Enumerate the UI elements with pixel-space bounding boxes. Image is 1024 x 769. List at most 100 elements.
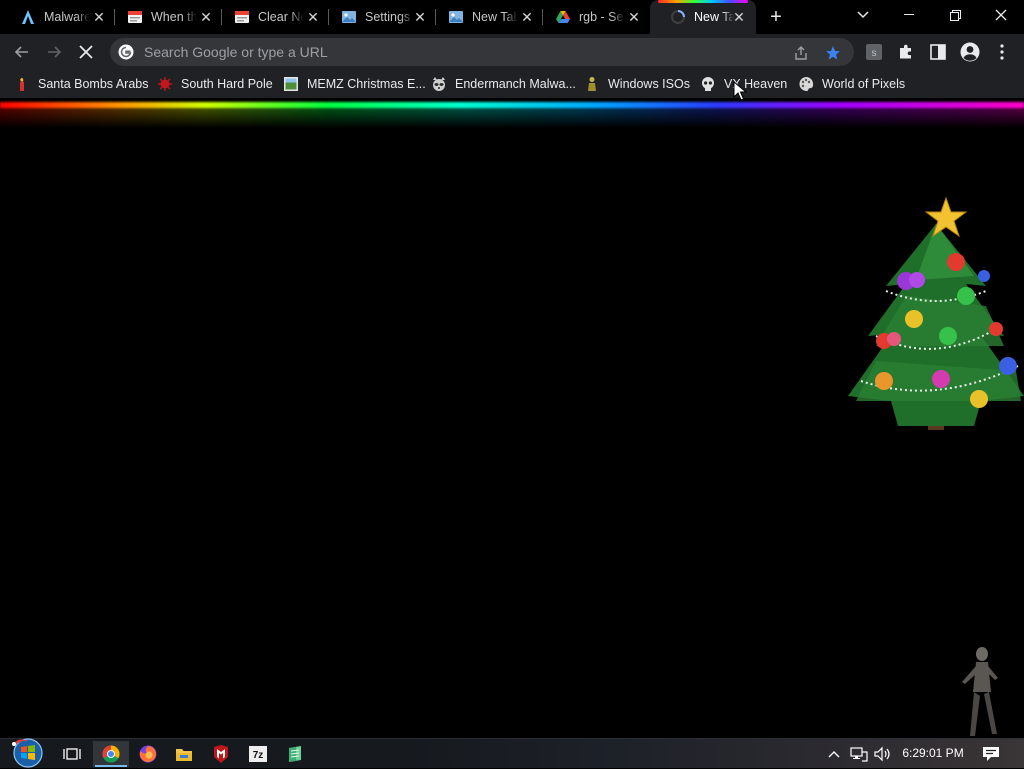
tab-settings[interactable]: Settings ✕ [321, 0, 435, 34]
tab-title: New Tab [694, 10, 734, 24]
restore-button[interactable] [932, 0, 978, 30]
bookmark-label: Santa Bombs Arabs [38, 77, 149, 91]
7zip-icon: 7z [249, 746, 267, 762]
page-content [0, 98, 1024, 738]
start-button[interactable] [6, 735, 46, 769]
notepad-icon [289, 746, 301, 762]
bookmark-star-icon[interactable] [824, 44, 842, 62]
address-input[interactable] [142, 43, 854, 61]
picture-icon [283, 76, 299, 92]
tab-new-tab[interactable]: New Tab ✕ [428, 0, 542, 34]
taskbar-notepad[interactable] [277, 741, 313, 767]
aurora-icon [20, 9, 36, 25]
image-icon [341, 9, 357, 25]
task-view-button[interactable] [54, 741, 90, 767]
taskbar-file-explorer[interactable] [166, 741, 202, 767]
forward-button[interactable] [40, 39, 68, 65]
bookmark-label: Endermanch Malwa... [455, 77, 576, 91]
action-center-icon[interactable] [980, 745, 1002, 763]
svg-text:7z: 7z [253, 750, 264, 761]
loading-spinner-icon [670, 9, 686, 25]
taskbar-chrome[interactable] [93, 741, 129, 767]
palette-icon [798, 76, 814, 92]
tab-title: Clear New [258, 10, 304, 24]
tab-rgb-search[interactable]: rgb - Search ✕ [535, 0, 649, 34]
skull-icon [700, 76, 716, 92]
figure-icon [584, 76, 600, 92]
bookmark-world-of-pixels[interactable]: World of Pixels [798, 74, 905, 94]
tab-new-tab-active[interactable]: New Tab ✕ [650, 0, 756, 34]
mouse-pointer-icon [733, 81, 747, 101]
tab-title: rgb - Search [579, 10, 625, 24]
bookmarks-bar: Santa Bombs Arabs South Hard Pole MEMZ C… [0, 70, 1024, 98]
tab-title: Malware [44, 10, 90, 24]
candle-icon [14, 76, 30, 92]
bookmark-south-hard-pole[interactable]: South Hard Pole [157, 74, 273, 94]
taskbar-7zip[interactable]: 7z [240, 741, 276, 767]
google-g-icon [118, 44, 134, 60]
bookmark-label: MEMZ Christmas E... [307, 77, 426, 91]
minimize-button[interactable] [886, 0, 932, 30]
taskbar-clock[interactable]: 6:29:01 PM [900, 746, 966, 760]
dancing-figure-image [962, 647, 998, 736]
svg-text:s: s [872, 48, 877, 59]
tab-title: Settings [365, 10, 411, 24]
chevron-up-icon [828, 751, 840, 758]
image-icon [448, 9, 464, 25]
extensions-puzzle-icon[interactable] [896, 42, 916, 62]
tab-when-the[interactable]: When the ✕ [107, 0, 221, 34]
virus-icon [157, 76, 173, 92]
tab-title: New Tab [472, 10, 518, 24]
bookmark-label: Windows ISOs [608, 77, 690, 91]
taskbar-mcafee[interactable] [203, 741, 239, 767]
extension-s-icon[interactable]: s [864, 42, 884, 62]
christmas-tree-image [848, 196, 1024, 430]
tab-close-icon[interactable]: ✕ [92, 10, 106, 24]
tab-close-icon[interactable]: ✕ [732, 10, 746, 24]
tab-title: When the [151, 10, 197, 24]
profile-avatar-icon[interactable] [960, 42, 980, 62]
show-hidden-icons-button[interactable] [826, 745, 842, 763]
close-window-button[interactable] [978, 0, 1024, 30]
omnibox[interactable] [110, 38, 854, 66]
firefox-icon [139, 745, 157, 763]
bookmark-label: South Hard Pole [181, 77, 273, 91]
bookmark-label: World of Pixels [822, 77, 906, 91]
new-tab-button[interactable]: + [764, 5, 788, 29]
rainbow-glow [0, 106, 1024, 128]
network-icon[interactable] [849, 745, 869, 763]
bookmark-endermanch-malware[interactable]: Endermanch Malwa... [431, 74, 576, 94]
volume-icon[interactable] [873, 745, 893, 763]
raccoon-icon [431, 76, 447, 92]
stop-loading-button[interactable] [72, 39, 100, 65]
drive-icon [555, 9, 571, 25]
bookmark-santa-bombs-arabs[interactable]: Santa Bombs Arabs [14, 74, 148, 94]
mcafee-icon [214, 745, 228, 763]
windows-orb-icon [12, 738, 43, 768]
rainbow-line [0, 102, 1024, 108]
chrome-icon [102, 745, 120, 763]
tab-close-icon[interactable]: ✕ [306, 10, 320, 24]
taskbar-firefox[interactable] [130, 741, 166, 767]
tab-close-icon[interactable]: ✕ [520, 10, 534, 24]
bookmark-windows-isos[interactable]: Windows ISOs [584, 74, 690, 94]
tab-close-icon[interactable]: ✕ [199, 10, 213, 24]
windows-taskbar: 7z 6:29:01 PM [0, 738, 1024, 768]
task-view-icon [63, 748, 81, 760]
sheet-icon [127, 9, 143, 25]
tab-strip: Malware ✕ When the ✕ Clear New ✕ Setting… [0, 0, 1024, 34]
tab-clear-new[interactable]: Clear New ✕ [214, 0, 328, 34]
tab-close-icon[interactable]: ✕ [413, 10, 427, 24]
browser-toolbar: s [0, 34, 1024, 70]
sheet-icon [234, 9, 250, 25]
back-button[interactable] [8, 39, 36, 65]
tab-close-icon[interactable]: ✕ [627, 10, 641, 24]
tab-search-chevron-icon[interactable] [840, 0, 886, 30]
bookmark-memz-christmas[interactable]: MEMZ Christmas E... [283, 74, 426, 94]
share-icon[interactable] [792, 44, 810, 62]
menu-kebab-icon[interactable] [992, 42, 1012, 62]
tab-malware[interactable]: Malware ✕ [0, 0, 114, 34]
file-explorer-icon [176, 749, 192, 761]
rainbow-glow-bar [0, 98, 1024, 128]
side-panel-icon[interactable] [928, 42, 948, 62]
